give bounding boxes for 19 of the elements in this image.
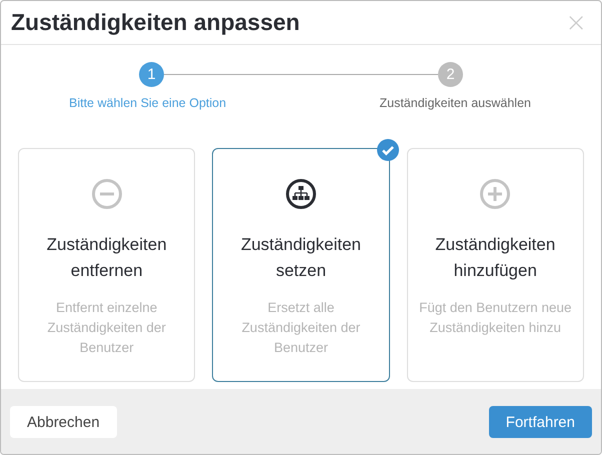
dialog-title: Zuständigkeiten anpassen (11, 9, 300, 36)
option-title: Zuständigkeiten entfernen (46, 234, 168, 282)
plus-circle-icon (479, 178, 512, 210)
step-label: Zuständigkeiten auswählen (380, 96, 531, 110)
option-card[interactable]: Zuständigkeiten entfernen Entfernt einzelne Zuständigkeiten der Benutzer (18, 148, 196, 382)
option-description: Fügt den Benutzern neue Zuständigkeiten hinzu (418, 299, 572, 337)
option-description: Ersetzt alle Zuständigkeiten der Benutzer (240, 299, 362, 357)
option-description: Entfernt einzelne Zuständigkeiten der Benutzer (46, 299, 167, 357)
cancel-button[interactable]: Abbrechen (10, 406, 117, 438)
step-number: 1 (139, 62, 164, 87)
option-card[interactable]: Zuständigkeiten setzen Ersetzt alle Zuständigkeiten der Benutzer (212, 148, 390, 382)
option-title: Zuständigkeiten setzen (240, 234, 362, 282)
minus-circle-icon (90, 178, 123, 210)
check-icon (376, 139, 399, 161)
option-card[interactable]: Zuständigkeiten hinzufügen Fügt den Benutzern neue Zuständigkeiten hinzu (406, 148, 584, 382)
hierarchy-icon (284, 178, 317, 210)
option-title: Zuständigkeiten hinzufügen (434, 234, 556, 282)
step-number: 2 (438, 62, 463, 87)
step-label: Bitte wählen Sie eine Option (69, 96, 226, 110)
